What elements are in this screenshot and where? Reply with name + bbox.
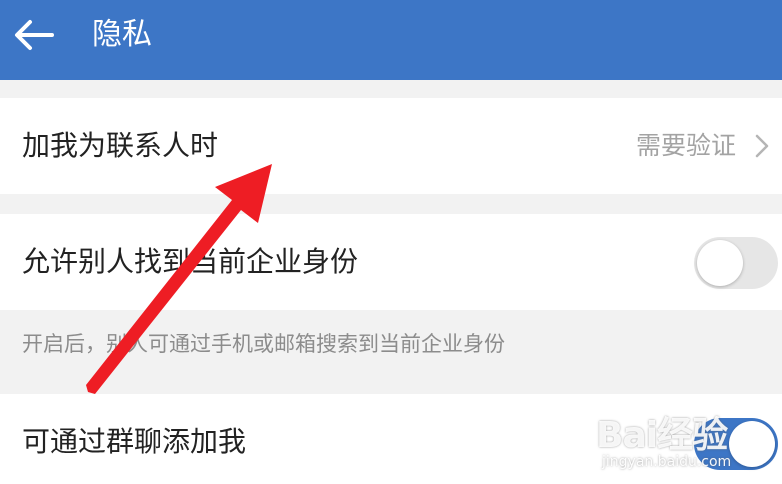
find-enterprise-identity-row: 允许别人找到当前企业身份	[0, 214, 782, 310]
toggle-knob	[697, 240, 743, 286]
chevron-right-icon	[755, 134, 769, 158]
contact-verification-label: 加我为联系人时	[22, 129, 219, 162]
contact-verification-value: 需要验证	[635, 131, 736, 160]
watermark-url: jingyan.baidu.com	[602, 454, 732, 470]
app-bar: 隐私	[0, 0, 782, 80]
find-enterprise-identity-label: 允许别人找到当前企业身份	[22, 245, 359, 278]
find-identity-hint: 开启后，别人可通过手机或邮箱搜索到当前企业身份	[22, 332, 505, 356]
page-title: 隐私	[92, 17, 152, 52]
back-button[interactable]	[8, 12, 58, 58]
watermark: Bai经验 jingyan.baidu.com	[596, 400, 782, 484]
contact-verification-row[interactable]: 加我为联系人时 需要验证	[0, 98, 782, 194]
arrow-left-icon	[15, 20, 54, 50]
watermark-brand: Bai经验	[596, 415, 728, 456]
group-chat-add-label: 可通过群聊添加我	[22, 425, 247, 458]
find-enterprise-identity-toggle[interactable]	[694, 237, 778, 289]
